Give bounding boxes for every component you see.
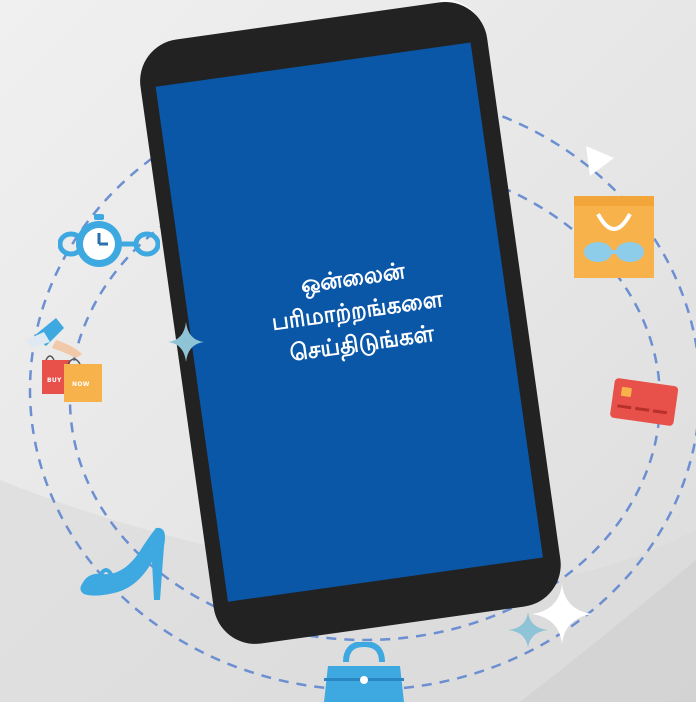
shopping-bag-icon: [574, 196, 654, 278]
sparkle-icon: [508, 584, 592, 648]
watch-icon: [58, 214, 160, 267]
shopping-hand-icon: [26, 318, 102, 402]
play-triangle-icon: [586, 146, 614, 176]
bag-buy-label: BUY: [47, 377, 62, 384]
credit-card-icon: [610, 378, 679, 426]
bag-now-label: NOW: [72, 381, 90, 388]
handbag-icon: [324, 642, 404, 702]
illustration-canvas: ஒன்லைன் பரிமாற்றங்களை செய்திடுங்கள் BUY …: [0, 0, 696, 702]
high-heel-shoe-icon: [80, 527, 165, 600]
sparkle-icon: [168, 322, 204, 362]
